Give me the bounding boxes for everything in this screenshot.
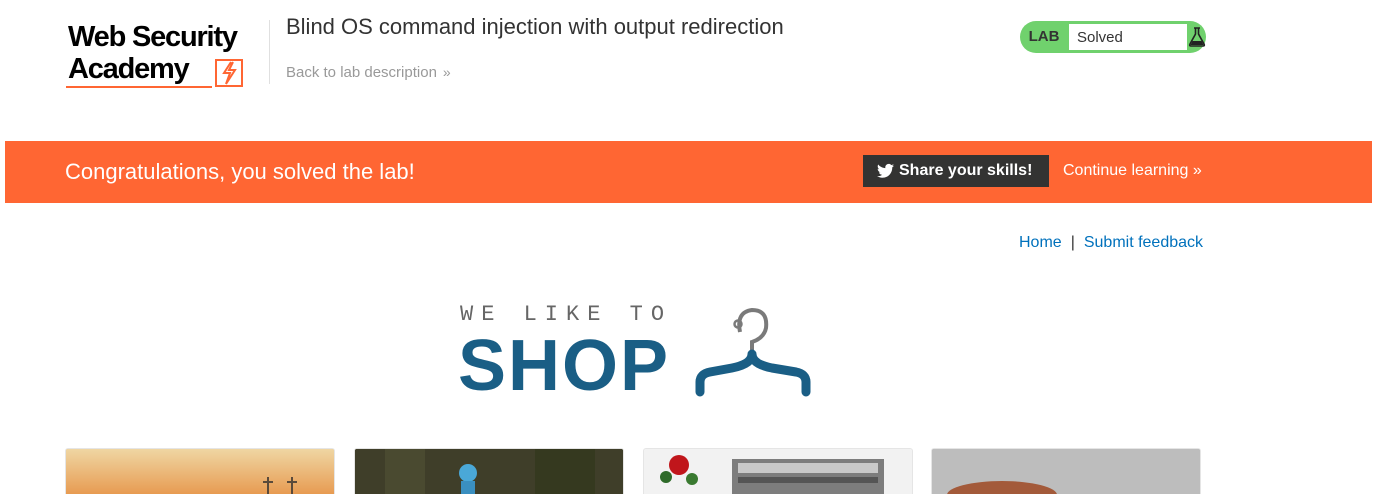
clothes-hanger-icon <box>695 307 811 397</box>
product-image-4[interactable] <box>931 448 1201 494</box>
lab-status-widget: LAB Solved <box>1020 21 1206 53</box>
logo-underline <box>66 86 212 88</box>
submit-feedback-link[interactable]: Submit feedback <box>1084 234 1203 251</box>
lab-title: Blind OS command injection with output r… <box>286 14 784 39</box>
we-like-to-shop-logo: WE LIKE TO SHOP <box>458 302 818 406</box>
blue-figure-forest-image <box>355 449 623 494</box>
back-link-label: Back to lab description <box>286 64 437 81</box>
home-link[interactable]: Home <box>1019 234 1062 251</box>
logo-text-line2: Academy <box>68 53 190 85</box>
lab-status-box: Solved <box>1068 23 1188 51</box>
hand-closeup-image <box>932 449 1200 494</box>
shop-wordmark: SHOP <box>458 326 671 406</box>
product-image-2[interactable] <box>354 448 624 494</box>
flask-icon <box>1188 27 1206 47</box>
continue-learning-label: Continue learning <box>1063 162 1189 179</box>
twitter-icon <box>877 163 894 178</box>
product-image-3[interactable] <box>643 448 913 494</box>
lightning-icon <box>215 59 243 87</box>
lab-header: Web Security Academy Blind OS command in… <box>0 0 1377 141</box>
lab-status-text: Solved <box>1077 29 1123 46</box>
share-skills-label: Share your skills! <box>899 162 1033 179</box>
nav-separator: | <box>1070 234 1075 251</box>
header-divider <box>269 20 270 84</box>
top-links-nav: Home | Submit feedback <box>1019 233 1203 253</box>
continue-learning-link[interactable]: Continue learning » <box>1063 161 1202 181</box>
double-chevron-right-icon: » <box>442 64 451 80</box>
back-to-lab-description-link[interactable]: Back to lab description » <box>286 63 451 82</box>
share-skills-button[interactable]: Share your skills! <box>863 155 1049 187</box>
double-chevron-right-icon: » <box>1192 162 1202 179</box>
sunset-crosses-image <box>66 449 334 494</box>
roses-typewriter-image <box>644 449 912 494</box>
lab-tag: LAB <box>1028 28 1060 45</box>
congratulations-message: Congratulations, you solved the lab! <box>65 159 415 184</box>
shop-tagline: WE LIKE TO <box>460 302 673 327</box>
logo-text-line1: Web Security <box>68 21 238 53</box>
web-security-academy-logo[interactable]: Web Security Academy <box>66 20 266 92</box>
product-image-1[interactable] <box>65 448 335 494</box>
lab-solved-banner: Congratulations, you solved the lab! Sha… <box>5 141 1372 203</box>
